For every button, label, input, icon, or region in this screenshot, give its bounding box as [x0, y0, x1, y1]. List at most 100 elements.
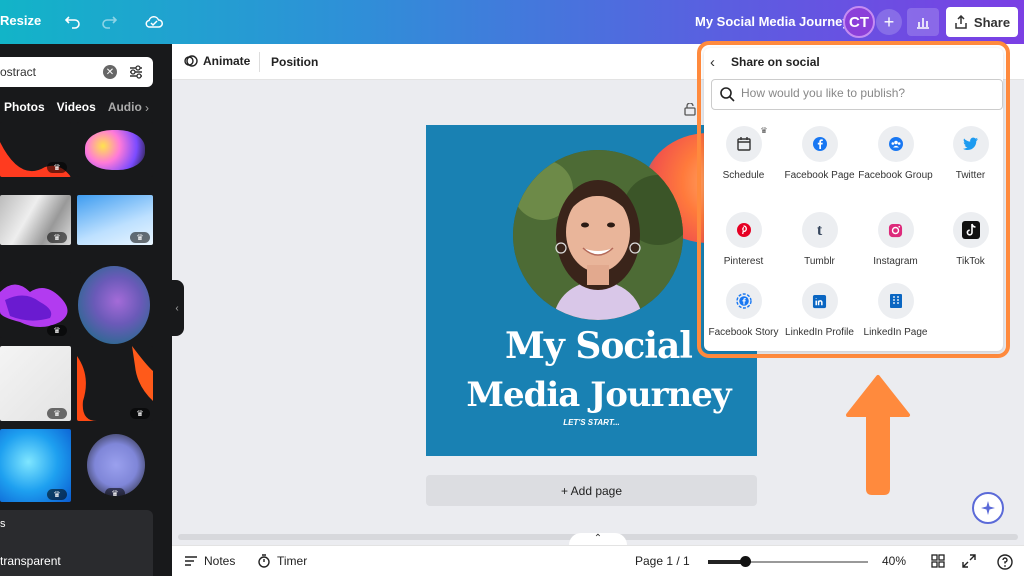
add-collaborator-button[interactable]: +	[876, 9, 902, 35]
share-option-tiktok[interactable]: TikTok	[933, 212, 1008, 269]
collapse-panel-handle[interactable]: ‹	[170, 280, 184, 336]
notes-button[interactable]: Notes	[184, 554, 235, 568]
fullscreen-icon[interactable]	[962, 554, 976, 568]
elements-search[interactable]: ostract ✕	[0, 57, 153, 87]
filter-icon[interactable]	[128, 64, 144, 80]
tab-videos[interactable]: Videos	[57, 100, 96, 114]
chevron-right-icon[interactable]: ›	[145, 101, 149, 115]
share-option-label: Schedule	[722, 170, 765, 181]
premium-crown-icon: ♛	[47, 408, 67, 419]
share-option-facebook-page[interactable]: Facebook Page	[782, 126, 857, 183]
element-thumbnail[interactable]: ♛	[77, 195, 153, 245]
notes-icon	[185, 556, 197, 566]
premium-crown-icon: ♛	[47, 162, 67, 173]
design-title-line2[interactable]: Media Journey	[426, 375, 757, 415]
instagram-icon	[888, 223, 903, 237]
element-thumbnail[interactable]: ♛	[0, 272, 71, 338]
linkedin-icon	[812, 294, 827, 308]
zoom-level[interactable]: 40%	[882, 554, 906, 568]
premium-crown-icon: ♛	[760, 126, 768, 135]
share-option-facebook-group[interactable]: Facebook Group	[858, 126, 933, 183]
upload-icon	[955, 15, 967, 29]
tiktok-icon	[961, 221, 980, 239]
element-thumbnail[interactable]: ♛	[0, 429, 71, 502]
timer-label: Timer	[277, 554, 308, 568]
page-indicator[interactable]: Page 1 / 1	[635, 554, 690, 568]
element-thumbnail[interactable]: ♛	[87, 434, 145, 496]
share-option-label: Instagram	[873, 256, 918, 267]
tab-audio[interactable]: Audio	[108, 100, 142, 114]
zoom-slider-handle[interactable]	[740, 556, 752, 567]
toolbar-divider	[259, 52, 260, 72]
search-input-value[interactable]: ostract	[0, 65, 36, 79]
share-option-instagram[interactable]: Instagram	[858, 212, 933, 269]
share-option-pinterest[interactable]: Pinterest	[706, 212, 781, 269]
share-option-facebook-story[interactable]: Facebook Story	[706, 283, 781, 340]
top-bar: Resize My Social Media Journey CT + Shar…	[0, 0, 1024, 44]
orange-arrow-annotation	[846, 375, 910, 495]
premium-crown-icon: ♛	[130, 408, 150, 419]
share-option-schedule[interactable]: ♛ Schedule	[706, 126, 781, 183]
tab-photos[interactable]: Photos	[4, 100, 45, 114]
share-button[interactable]: Share	[946, 7, 1018, 37]
element-thumbnail[interactable]	[77, 122, 153, 177]
facebook-story-icon	[735, 293, 752, 309]
grid-view-icon[interactable]	[931, 554, 945, 568]
share-option-label: LinkedIn Profile	[785, 327, 854, 338]
animate-icon	[184, 55, 198, 67]
publish-search[interactable]	[711, 79, 1003, 110]
redo-icon[interactable]	[98, 11, 120, 33]
element-thumbnail[interactable]: ♛	[0, 195, 71, 245]
profile-photo[interactable]	[513, 150, 683, 320]
share-option-label: Facebook Page	[784, 170, 855, 181]
help-icon[interactable]	[997, 554, 1013, 570]
share-option-linkedin-profile[interactable]: LinkedIn Profile	[782, 283, 857, 340]
position-button[interactable]: Position	[271, 55, 318, 69]
notes-label: Notes	[204, 554, 236, 568]
document-title[interactable]: My Social Media Journey	[695, 14, 850, 29]
element-thumbnail[interactable]: ♛	[0, 122, 71, 177]
clear-search-icon[interactable]: ✕	[103, 65, 117, 79]
share-option-label: TikTok	[956, 256, 985, 267]
show-pages-toggle[interactable]: ⌃	[569, 533, 627, 545]
tumblr-icon: t	[816, 221, 823, 239]
share-option-linkedin-page[interactable]: LinkedIn Page	[858, 283, 933, 340]
lock-icon[interactable]	[684, 102, 696, 119]
resize-button[interactable]: Resize	[0, 13, 41, 28]
background-remover-panel: s transparent	[0, 510, 153, 576]
transparent-option[interactable]: transparent	[0, 554, 61, 568]
timer-icon	[258, 554, 270, 568]
share-label: Share	[973, 14, 1011, 30]
cloud-saved-icon[interactable]	[143, 11, 165, 33]
add-page-button[interactable]: + Add page	[426, 475, 757, 506]
back-arrow-icon[interactable]: ‹	[710, 54, 715, 71]
insights-button[interactable]	[907, 8, 939, 36]
premium-crown-icon: ♛	[47, 232, 67, 243]
publish-search-input[interactable]	[741, 86, 991, 100]
calendar-icon	[736, 137, 751, 151]
bar-chart-icon	[917, 18, 929, 29]
share-option-tumblr[interactable]: t Tumblr	[782, 212, 857, 269]
premium-crown-icon: ♛	[47, 325, 67, 336]
element-thumbnail[interactable]	[78, 266, 150, 344]
element-thumbnail[interactable]: ♛	[0, 346, 71, 421]
facebook-icon	[812, 137, 827, 151]
premium-crown-icon: ♛	[130, 232, 150, 243]
timer-button[interactable]: Timer	[257, 554, 307, 568]
animate-button[interactable]: Animate	[184, 54, 250, 68]
share-option-label: Pinterest	[723, 256, 764, 267]
footer-bar: Notes Timer Page 1 / 1 40%	[172, 545, 1024, 576]
sparkle-icon	[981, 501, 995, 515]
twitter-icon	[962, 137, 978, 150]
undo-icon[interactable]	[62, 11, 84, 33]
panel-title: Share on social	[731, 55, 820, 69]
share-option-label: Facebook Group	[858, 170, 933, 181]
share-option-twitter[interactable]: Twitter	[933, 126, 1008, 183]
design-subtitle[interactable]: LET'S START...	[426, 418, 757, 427]
avatar[interactable]: CT	[843, 6, 875, 38]
facebook-group-icon	[888, 137, 903, 151]
magic-sparkle-button[interactable]	[972, 492, 1004, 524]
premium-crown-icon: ♛	[47, 489, 67, 500]
element-thumbnail[interactable]: ♛	[77, 346, 153, 421]
pinterest-icon	[736, 223, 751, 237]
